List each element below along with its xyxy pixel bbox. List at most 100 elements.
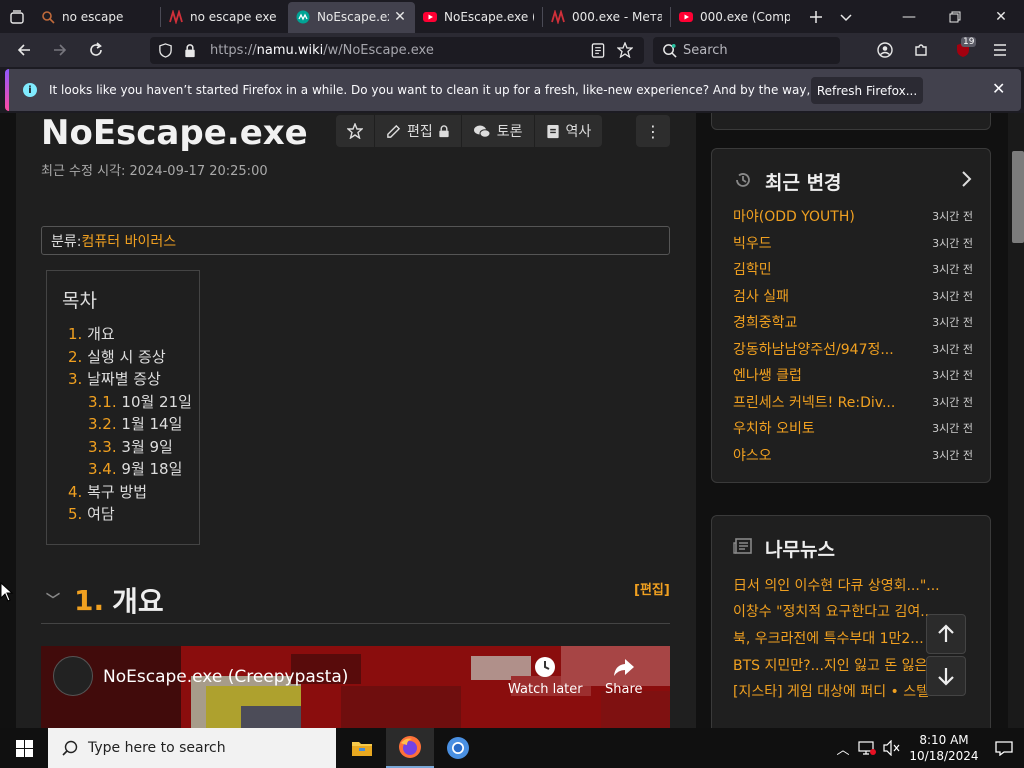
watch-later-button[interactable]: Watch later <box>508 656 583 697</box>
recent-change-row: 프린세스 커넥트! Re:Div... 3시간 전 <box>733 392 973 419</box>
toc-number[interactable]: 3.2. <box>88 415 117 433</box>
tab-no-escape-exe[interactable]: no escape exe do <box>161 2 288 33</box>
minimize-button[interactable]: — <box>886 0 932 33</box>
toc-item[interactable]: 3.3. 3월 9일 <box>68 436 192 459</box>
refresh-firefox-button[interactable]: Refresh Firefox... <box>811 77 923 104</box>
close-icon: ✕ <box>995 8 1007 25</box>
toc-item[interactable]: 1. 개요 <box>68 323 192 346</box>
recent-change-link[interactable]: 우치하 오비토 <box>733 418 815 445</box>
channel-avatar[interactable] <box>53 656 93 696</box>
table-of-contents: 목차 1. 개요 2. 실행 시 증상 3. 날짜별 증상 3.1. 10월 2… <box>46 270 200 545</box>
lock-icon[interactable] <box>183 43 197 58</box>
tab-noescape-active[interactable]: NoEscape.exe ✕ <box>288 1 415 33</box>
star-button[interactable] <box>336 115 375 147</box>
recent-change-time: 3시간 전 <box>932 236 973 250</box>
close-notification-icon[interactable]: ✕ <box>992 79 1005 98</box>
notification-icon[interactable] <box>984 740 1024 756</box>
recent-change-link[interactable]: 엔나쌩 클럽 <box>733 365 802 392</box>
reload-button[interactable] <box>78 33 114 67</box>
edit-button[interactable]: 편집 <box>375 115 462 147</box>
toc-item[interactable]: 2. 실행 시 증상 <box>68 346 192 369</box>
new-tab-button[interactable] <box>801 0 831 33</box>
vertical-ellipsis-icon: ⋮ <box>645 121 661 141</box>
section-edit-link[interactable]: [편집] <box>634 579 670 598</box>
scrollbar-thumb[interactable] <box>1012 151 1024 243</box>
recent-change-link[interactable]: 야스오 <box>733 445 772 472</box>
toc-label: 실행 시 증상 <box>87 347 166 366</box>
history-button[interactable]: 역사 <box>535 115 603 147</box>
toc-number[interactable]: 1. <box>68 325 82 343</box>
tab-youtube-000-exe[interactable]: 000.exe (Compu <box>671 2 798 33</box>
news-link[interactable]: 日서 의인 이수현 다큐 상영회..."... <box>733 575 973 595</box>
close-window-button[interactable]: ✕ <box>978 0 1024 33</box>
taskbar-search-box[interactable]: Type here to search <box>48 728 336 768</box>
category-link[interactable]: 컴퓨터 바이러스 <box>81 231 176 251</box>
search-engine-icon[interactable] <box>662 43 677 58</box>
recent-change-link[interactable]: 김학민 <box>733 259 772 286</box>
restore-button[interactable] <box>932 0 978 33</box>
search-bar[interactable]: Search <box>653 37 840 64</box>
firefox-view-button[interactable] <box>0 0 33 33</box>
toc-item[interactable]: 4. 복구 방법 <box>68 481 192 504</box>
recent-change-link[interactable]: 마야(ODD YOUTH) <box>733 206 855 233</box>
youtube-embed[interactable]: NoEscape.exe (Creepypasta) Watch later S… <box>41 646 670 728</box>
taskbar-clock[interactable]: 8:10 AM 10/18/2024 <box>904 732 984 764</box>
bookmark-star-icon[interactable] <box>617 42 633 58</box>
toc-number[interactable]: 3.3. <box>88 438 117 456</box>
tab-youtube-noescape[interactable]: NoEscape.exe (C <box>415 2 542 33</box>
toc-number[interactable]: 2. <box>68 348 82 366</box>
network-icon[interactable] <box>856 740 878 756</box>
toc-item[interactable]: 5. 여담 <box>68 503 192 526</box>
volume-muted-icon[interactable] <box>882 740 902 756</box>
recent-change-link[interactable]: 검사 실패 <box>733 286 789 313</box>
chevron-down-icon[interactable]: ﹀ <box>46 590 60 610</box>
back-button[interactable] <box>6 33 42 67</box>
recent-change-time: 3시간 전 <box>932 342 973 356</box>
more-options-button[interactable]: ⋮ <box>636 115 670 147</box>
url-bar[interactable]: https://namu.wiki/w/NoEscape.exe <box>150 37 644 64</box>
toc-item[interactable]: 3. 날짜별 증상 <box>68 368 192 391</box>
toc-item[interactable]: 3.1. 10월 21일 <box>68 391 192 414</box>
recent-change-link[interactable]: 경희중학교 <box>733 312 797 339</box>
toc-item[interactable]: 3.4. 9월 18일 <box>68 458 192 481</box>
scroll-to-top-button[interactable] <box>926 614 966 654</box>
forward-button[interactable] <box>42 33 78 67</box>
toc-number[interactable]: 3.4. <box>88 460 117 478</box>
tab-no-escape-search[interactable]: no escape <box>33 2 160 33</box>
extensions-button[interactable] <box>903 33 939 67</box>
share-button[interactable]: Share <box>605 656 643 697</box>
discussion-button[interactable]: 토론 <box>462 115 535 147</box>
file-explorer-button[interactable] <box>338 728 386 768</box>
scroll-to-bottom-button[interactable] <box>926 656 966 696</box>
firefox-icon <box>399 736 421 758</box>
recent-change-link[interactable]: 강동하남남양주선/947정... <box>733 339 894 366</box>
toc-number[interactable]: 4. <box>68 483 82 501</box>
toc-number[interactable]: 3. <box>68 370 82 388</box>
reader-view-icon[interactable] <box>591 43 605 58</box>
ublock-button[interactable]: 19 <box>945 33 981 67</box>
close-tab-icon[interactable]: ✕ <box>393 9 407 25</box>
account-button[interactable] <box>867 33 903 67</box>
toc-label: 복구 방법 <box>87 482 148 501</box>
app-menu-button[interactable] <box>982 33 1018 67</box>
toc-item[interactable]: 3.2. 1월 14일 <box>68 413 192 436</box>
video-title[interactable]: NoEscape.exe (Creepypasta) <box>103 667 348 687</box>
chevron-right-icon[interactable] <box>959 170 973 188</box>
page-scrollbar[interactable] <box>1008 113 1024 728</box>
toc-number[interactable]: 5. <box>68 505 82 523</box>
tracking-protection-icon[interactable] <box>158 43 173 58</box>
toc-number[interactable]: 3.1. <box>88 393 117 411</box>
recent-change-link[interactable]: 빅우드 <box>733 233 772 260</box>
chevron-up-icon[interactable]: ︿ <box>832 739 854 758</box>
windows-taskbar: Type here to search ︿ 8:10 AM 10/18/2024 <box>0 728 1024 768</box>
back-arrow-icon <box>17 44 30 56</box>
list-all-tabs-button[interactable] <box>831 0 861 33</box>
tab-000-exe-wiki[interactable]: 000.exe - Метаб <box>543 2 670 33</box>
firefox-taskbar-button[interactable] <box>386 728 434 768</box>
recent-change-time: 3시간 전 <box>932 422 973 435</box>
section-heading[interactable]: ﹀ 1. 개요 <box>46 580 164 620</box>
start-button[interactable] <box>0 728 48 768</box>
recent-change-link[interactable]: 프린세스 커넥트! Re:Div... <box>733 392 895 419</box>
chrome-taskbar-button[interactable] <box>434 728 482 768</box>
notification-message: It looks like you haven’t started Firefo… <box>49 83 905 97</box>
